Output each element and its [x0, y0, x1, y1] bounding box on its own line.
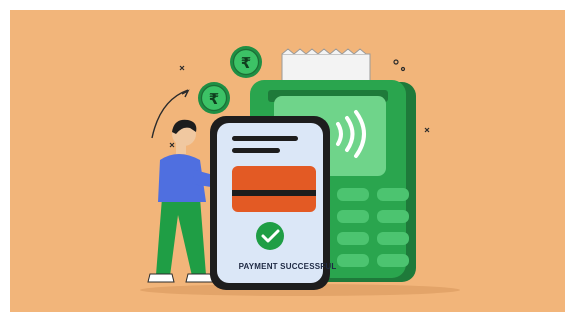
- payment-status-text: PAYMENT SUCCESSFUL: [238, 262, 337, 271]
- rupee-coin-icon: ₹: [198, 82, 230, 114]
- checkmark-icon: [256, 222, 284, 250]
- payment-card: [232, 166, 316, 212]
- svg-text:₹: ₹: [241, 54, 251, 72]
- rupee-coin-icon: ₹: [230, 46, 262, 78]
- phone-text-line: [232, 148, 280, 153]
- phone-text-line: [232, 136, 298, 141]
- card-stripe: [232, 190, 316, 196]
- svg-text:₹: ₹: [209, 90, 219, 108]
